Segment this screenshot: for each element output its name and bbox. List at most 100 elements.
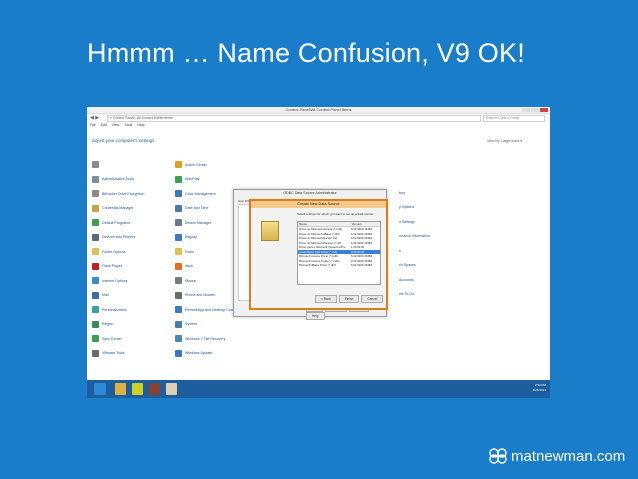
control-panel-item[interactable]: Administrative Tools xyxy=(92,174,134,185)
control-panel-item[interactable]: Windows Update xyxy=(175,348,212,359)
control-panel-item[interactable]: Display xyxy=(175,232,197,243)
odbc-help-button[interactable]: Help xyxy=(306,312,325,320)
control-panel-item-icon xyxy=(92,335,99,342)
menu-item-tools[interactable]: Tools xyxy=(124,123,132,127)
control-panel-item-icon xyxy=(92,291,99,299)
close-button[interactable] xyxy=(540,108,548,112)
control-panel-item[interactable]: Credential Manager xyxy=(92,203,134,214)
control-panel-item-label: Phone and Modem xyxy=(185,293,216,297)
control-panel-item[interactable]: Action Center xyxy=(175,159,207,170)
back-forward-icon[interactable]: ◀ ▶ xyxy=(90,115,99,121)
control-panel-item-label: Devices and Printers xyxy=(102,235,136,239)
view-by-dropdown[interactable]: View by: Large icons ▾ xyxy=(487,139,522,143)
odbc-dialog-title: ODBC Data Source Administrator xyxy=(283,191,337,195)
control-panel-item-icon xyxy=(92,190,99,197)
control-panel-item[interactable]: Region xyxy=(92,319,113,330)
menu-item-view[interactable]: View xyxy=(112,123,120,127)
control-panel-item-partial[interactable]: n Settings xyxy=(399,216,415,227)
control-panel-item[interactable]: Sync Center xyxy=(92,333,122,344)
control-panel-item[interactable]: Color Management xyxy=(175,188,216,199)
control-panel-item[interactable] xyxy=(92,159,102,170)
control-panel-item[interactable]: Folder Options xyxy=(92,246,126,257)
brand-text: matnewman.com xyxy=(511,447,626,465)
control-panel-item-partial[interactable]: rmance Information xyxy=(399,231,430,242)
control-panel-item-label: AutoPlay xyxy=(185,177,200,181)
control-panel-item-label: Date and Time xyxy=(185,206,209,210)
windows-start-icon[interactable] xyxy=(94,383,106,395)
search-input[interactable]: Search Control Panel xyxy=(483,115,545,122)
data-source-icon xyxy=(261,221,279,241)
control-panel-item-icon xyxy=(175,175,182,183)
control-panel-item[interactable]: Flash Player xyxy=(92,261,122,272)
control-panel-item[interactable]: Java xyxy=(175,261,193,272)
control-panel-item-icon xyxy=(92,248,99,255)
control-panel-item[interactable]: VMware Tools xyxy=(92,348,125,359)
control-panel-item-label: Default Programs xyxy=(102,220,130,225)
driver-version: 6.02.9200.16384 xyxy=(351,263,372,267)
control-panel-item-icon xyxy=(175,204,182,212)
control-panel-item-label: tory xyxy=(399,190,405,195)
control-panel-item[interactable]: Internet Options xyxy=(92,275,128,286)
menu-item-edit[interactable]: Edit xyxy=(101,123,107,127)
control-panel-item-partial[interactable]: ch Spaces xyxy=(399,260,416,271)
create-finish-button[interactable]: Finish xyxy=(338,295,360,303)
control-panel-item[interactable]: System xyxy=(175,319,197,330)
control-panel-item-icon xyxy=(175,349,182,357)
lotus-notes-icon[interactable] xyxy=(132,383,143,395)
odbc-icon[interactable] xyxy=(166,383,177,395)
control-panel-item-partial[interactable]: tory xyxy=(399,187,405,198)
driver-row[interactable]: Microsoft dBase Driver (*.dbf) 6.02.9200.… xyxy=(298,263,380,268)
column-version[interactable]: Version xyxy=(351,222,380,226)
control-panel-item-icon xyxy=(92,277,99,284)
control-panel-item-label: BitLocker Drive Encryption xyxy=(102,191,145,196)
window-titlebar[interactable]: Control Panel\All Control Panel Items xyxy=(87,107,550,114)
control-panel-item-icon xyxy=(92,175,99,183)
control-panel-item-label: Personalization xyxy=(102,307,127,312)
driver-name: Microsoft dBase Driver (*.dbf) xyxy=(299,263,336,267)
control-panel-item[interactable]: Phone and Modem xyxy=(175,290,215,301)
control-panel-item-icon xyxy=(175,233,182,241)
control-panel-item[interactable]: Mouse xyxy=(175,275,196,286)
control-panel-item[interactable]: Device Manager xyxy=(175,217,211,228)
control-panel-item-partial[interactable]: ws To Go xyxy=(399,289,414,300)
control-panel-item-label: Fonts xyxy=(185,249,194,254)
slide-title: Hmmm … Name Confusion, V9 OK! xyxy=(87,38,525,68)
control-panel-item[interactable]: BitLocker Drive Encryption xyxy=(92,188,144,199)
control-panel-item-label: Java xyxy=(185,264,193,268)
page-heading: Adjust your computer's settings xyxy=(92,138,155,143)
control-panel-item[interactable]: Personalization xyxy=(92,304,127,315)
control-panel-item-label: y Options xyxy=(399,205,415,209)
control-panel-item[interactable]: Date and Time xyxy=(175,203,208,214)
control-panel-item[interactable]: Mail xyxy=(92,290,109,301)
maximize-button[interactable] xyxy=(531,108,539,112)
control-panel-item[interactable]: Devices and Printers xyxy=(92,232,135,243)
control-panel-item-icon xyxy=(175,306,182,313)
control-panel-item-partial[interactable]: y Options xyxy=(399,202,414,213)
control-panel-item-icon xyxy=(92,320,99,328)
control-panel-item-icon xyxy=(175,291,182,299)
control-panel-item-icon xyxy=(175,320,182,328)
control-panel-item-icon xyxy=(92,219,99,226)
column-name[interactable]: Name xyxy=(298,222,351,226)
create-back-button[interactable]: < Back xyxy=(315,295,337,303)
address-field[interactable]: « Control Panel › All Control Panel Item… xyxy=(107,115,481,122)
menu-item-file[interactable]: File xyxy=(90,123,96,127)
control-panel-item[interactable]: Default Programs xyxy=(92,217,130,228)
notes-designer-icon[interactable] xyxy=(149,383,160,395)
control-panel-item[interactable]: AutoPlay xyxy=(175,174,199,185)
driver-list[interactable]: Name Version Driver do Microsoft Access … xyxy=(297,221,381,285)
control-panel-item-partial[interactable]: Accounts xyxy=(399,274,414,285)
control-panel-item[interactable]: Windows 7 File Recovery xyxy=(175,333,226,344)
create-cancel-button[interactable]: Cancel xyxy=(361,295,384,303)
menu-item-help[interactable]: Help xyxy=(137,123,144,127)
minimize-button[interactable] xyxy=(522,108,530,112)
control-panel-item-partial[interactable]: s xyxy=(399,245,401,256)
control-panel-item-label: s xyxy=(399,248,401,253)
file-explorer-icon[interactable] xyxy=(115,383,126,395)
system-clock[interactable]: 2:53 PM 2/26/2013 xyxy=(533,383,546,393)
control-panel-item-label: Administrative Tools xyxy=(102,177,134,181)
create-new-data-source-dialog: Create New Data Source Select a driver f… xyxy=(249,199,388,310)
control-panel-item-label: Action Center xyxy=(185,162,207,167)
control-panel-item[interactable]: Fonts xyxy=(175,246,194,257)
clock-date: 2/26/2013 xyxy=(532,388,546,392)
